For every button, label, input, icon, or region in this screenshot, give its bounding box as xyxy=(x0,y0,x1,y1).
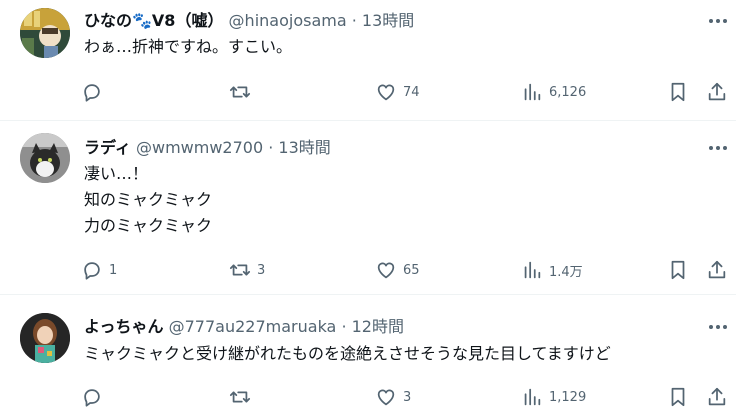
tweet-text: わぁ…折神ですね。すこい。 xyxy=(84,34,292,60)
action-bar: 3 1,129 xyxy=(0,384,736,410)
views-count: 1,129 xyxy=(549,389,587,405)
action-bar: 74 6,126 xyxy=(0,79,736,105)
bookmark-button[interactable] xyxy=(667,257,689,283)
retweet-icon xyxy=(229,86,251,98)
bookmark-icon xyxy=(671,260,685,280)
retweet-icon xyxy=(229,264,251,276)
tweet-line: 凄い…！ xyxy=(84,164,149,183)
reply-count: 1 xyxy=(109,262,118,278)
timestamp[interactable]: 12時間 xyxy=(352,317,404,336)
tweet-2[interactable]: ラディ @wmwmw2700 · 13時間 凄い…！ 知のミャクミャク 力のミャ… xyxy=(0,121,736,294)
bookmark-icon xyxy=(671,387,685,407)
views-count: 6,126 xyxy=(549,84,587,100)
retweet-button[interactable] xyxy=(229,79,257,105)
more-icon[interactable] xyxy=(706,316,730,338)
reply-icon xyxy=(84,84,100,102)
like-button[interactable]: 74 xyxy=(375,79,420,105)
share-button[interactable] xyxy=(706,384,728,410)
share-button[interactable] xyxy=(706,79,728,105)
share-icon xyxy=(708,82,726,101)
avatar[interactable] xyxy=(20,8,70,58)
tweet-line: ミャクミャクと受け継がれたものを途絶えさせそうな見た目してますけど xyxy=(84,344,611,363)
like-count: 74 xyxy=(403,84,420,100)
bookmark-button[interactable] xyxy=(667,79,689,105)
display-name[interactable]: ラディ xyxy=(84,138,131,157)
user-handle[interactable]: @777au227maruaka xyxy=(169,317,337,336)
views-button[interactable]: 1,129 xyxy=(521,384,586,410)
share-button[interactable] xyxy=(706,257,728,283)
tweet-text: 凄い…！ 知のミャクミャク 力のミャクミャク xyxy=(84,161,212,239)
tweet-line: 知のミャクミャク xyxy=(84,190,213,209)
like-count: 65 xyxy=(403,262,420,278)
tweet-line: 力のミャクミャク xyxy=(84,216,213,235)
reply-button[interactable] xyxy=(81,79,109,105)
tweet-header: ラディ @wmwmw2700 · 13時間 xyxy=(84,137,331,159)
views-count: 1.4万 xyxy=(549,264,583,280)
more-icon[interactable] xyxy=(706,137,730,159)
user-handle[interactable]: @wmwmw2700 xyxy=(136,138,263,157)
tweet-header: よっちゃん @777au227maruaka · 12時間 xyxy=(84,316,404,338)
retweet-button[interactable]: 3 xyxy=(229,257,265,283)
views-icon xyxy=(524,388,541,406)
tweet-line: わぁ…折神ですね。すこい。 xyxy=(84,37,293,56)
heart-icon xyxy=(377,84,395,101)
heart-icon xyxy=(377,262,395,279)
tweet-header: ひなの🐾V8（嘘） @hinaojosama · 13時間 xyxy=(84,10,414,32)
bookmark-icon xyxy=(671,82,685,102)
like-button[interactable]: 3 xyxy=(375,384,411,410)
like-count: 3 xyxy=(403,389,412,405)
separator-dot: · xyxy=(263,138,279,157)
views-button[interactable]: 6,126 xyxy=(521,79,586,105)
retweet-button[interactable] xyxy=(229,384,257,410)
views-button[interactable]: 1.4万 xyxy=(521,257,583,283)
action-bar: 1 3 65 1.4万 xyxy=(0,257,736,283)
share-icon xyxy=(708,387,726,406)
display-name[interactable]: ひなの🐾V8（嘘） xyxy=(84,11,223,30)
more-icon[interactable] xyxy=(706,10,730,32)
timestamp[interactable]: 13時間 xyxy=(362,11,414,30)
views-icon xyxy=(524,261,541,279)
views-icon xyxy=(524,83,541,101)
separator-dot: · xyxy=(336,317,352,336)
display-name[interactable]: よっちゃん xyxy=(84,317,164,336)
avatar[interactable] xyxy=(20,133,70,183)
tweet-text: ミャクミャクと受け継がれたものを途絶えさせそうな見た目してますけど xyxy=(84,341,611,367)
avatar-image xyxy=(20,133,70,183)
like-button[interactable]: 65 xyxy=(375,257,420,283)
heart-icon xyxy=(377,389,395,406)
avatar[interactable] xyxy=(20,313,70,363)
separator-dot: · xyxy=(346,11,362,30)
bookmark-button[interactable] xyxy=(667,384,689,410)
user-handle[interactable]: @hinaojosama xyxy=(229,11,347,30)
avatar-image xyxy=(20,8,70,58)
tweet-3[interactable]: よっちゃん @777au227maruaka · 12時間 ミャクミャクと受け継… xyxy=(0,295,736,417)
retweet-icon xyxy=(229,391,251,403)
retweet-count: 3 xyxy=(257,262,266,278)
reply-button[interactable] xyxy=(81,384,109,410)
reply-button[interactable]: 1 xyxy=(81,257,117,283)
avatar-image xyxy=(20,313,70,363)
reply-icon xyxy=(84,389,100,407)
timestamp[interactable]: 13時間 xyxy=(278,138,330,157)
tweet-1[interactable]: ひなの🐾V8（嘘） @hinaojosama · 13時間 わぁ…折神ですね。す… xyxy=(0,0,736,120)
reply-icon xyxy=(84,262,100,280)
share-icon xyxy=(708,260,726,279)
